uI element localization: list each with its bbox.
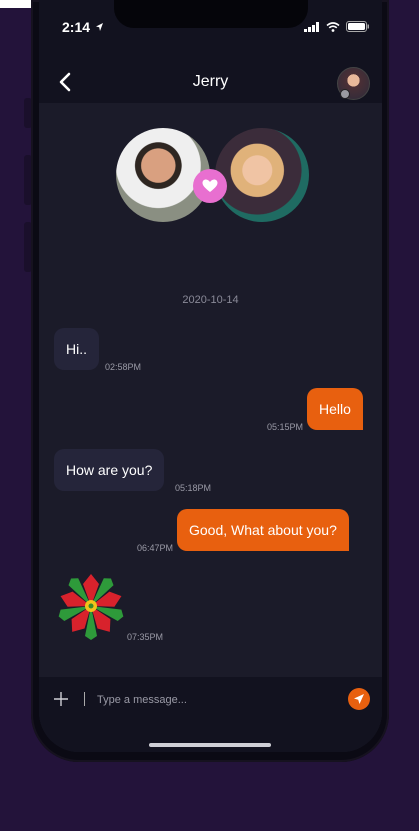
send-icon bbox=[354, 694, 364, 704]
heart-icon bbox=[202, 179, 218, 192]
plus-icon bbox=[54, 692, 68, 706]
message-time: 05:18PM bbox=[175, 483, 212, 493]
message-bubble-outgoing: Hello bbox=[307, 388, 363, 430]
location-arrow-icon bbox=[95, 19, 104, 37]
notch bbox=[114, 0, 308, 28]
presence-dot bbox=[340, 89, 350, 99]
message-bubble-outgoing: Good, What about you? bbox=[177, 509, 349, 551]
send-button[interactable] bbox=[348, 688, 370, 710]
composer-divider bbox=[84, 692, 85, 706]
message-time: 05:15PM bbox=[267, 422, 304, 432]
header: 2:14 Jerry bbox=[39, 0, 382, 103]
message-time: 06:47PM bbox=[137, 543, 174, 553]
message-input[interactable] bbox=[95, 688, 329, 712]
message-bubble-incoming: How are you? bbox=[54, 449, 165, 491]
heart-badge bbox=[193, 169, 227, 203]
signal-icon bbox=[304, 19, 320, 37]
match-photos bbox=[39, 128, 382, 226]
battery-icon bbox=[346, 19, 370, 37]
attach-button[interactable] bbox=[54, 692, 68, 706]
poinsettia-sticker bbox=[55, 570, 127, 642]
chat-screen: 2:14 Jerry 2020-10-14 Hi.. 02:58PM Hello… bbox=[39, 0, 382, 752]
status-icons bbox=[304, 19, 370, 37]
composer-bar bbox=[39, 677, 382, 752]
date-divider: 2020-10-14 bbox=[182, 294, 239, 306]
contact-photo bbox=[215, 128, 309, 222]
wifi-icon bbox=[326, 19, 340, 37]
home-indicator bbox=[149, 743, 271, 747]
status-time: 2:14 bbox=[62, 19, 91, 35]
contact-name: Jerry bbox=[192, 73, 229, 90]
message-bubble-incoming: Hi.. bbox=[54, 328, 99, 370]
message-time: 02:58PM bbox=[105, 362, 142, 372]
message-time: 07:35PM bbox=[127, 632, 164, 642]
